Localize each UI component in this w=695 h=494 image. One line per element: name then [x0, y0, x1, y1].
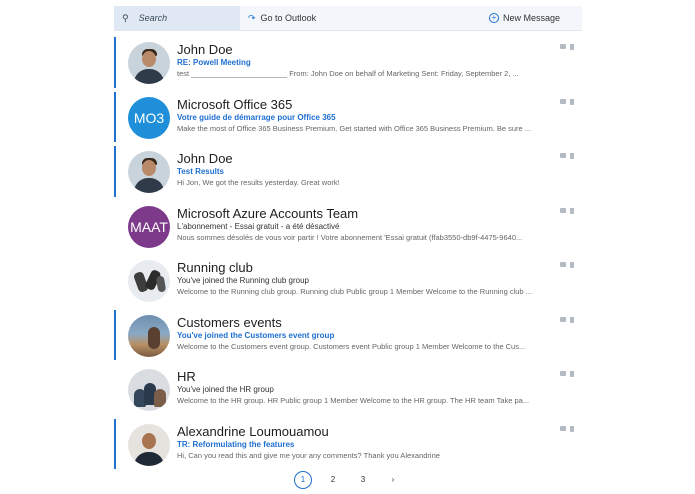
- page-2-button[interactable]: 2: [324, 471, 342, 489]
- message-sender: Microsoft Azure Accounts Team: [177, 205, 359, 221]
- message-sender: John Doe: [177, 42, 233, 57]
- avatar: [128, 369, 170, 411]
- page-3-button[interactable]: 3: [354, 471, 372, 489]
- new-message-label: New Message: [502, 13, 560, 23]
- message-subject: Votre guide de démarrage pour Office 365: [177, 112, 336, 122]
- avatar: [128, 151, 170, 193]
- trash-icon[interactable]: [570, 44, 574, 50]
- message-sender: HR: [177, 369, 196, 384]
- message-subject: L'abonnement - Essai gratuit - a été dés…: [177, 221, 340, 231]
- search-icon: ⚲: [122, 12, 129, 23]
- message-subject: TR: Reformulating the features: [177, 439, 295, 449]
- trash-icon[interactable]: [570, 207, 574, 214]
- message-subject: Test Results: [177, 167, 224, 176]
- avatar: [128, 314, 170, 357]
- message-row[interactable]: Customers events You've joined the Custo…: [114, 308, 582, 363]
- message-preview: test _______________________ From: John …: [177, 69, 519, 78]
- mail-icon[interactable]: [560, 44, 566, 49]
- avatar: MO3: [128, 96, 170, 139]
- message-preview: Nous sommes désolés de vous voir partir …: [177, 232, 523, 242]
- message-preview: Welcome to the Customers event group. Cu…: [177, 341, 526, 351]
- avatar: [128, 423, 170, 466]
- message-sender: Microsoft Office 365: [177, 96, 293, 112]
- toolbar: ⚲ Search ↷ Go to Outlook + New Message: [114, 6, 582, 31]
- trash-icon[interactable]: [570, 316, 574, 323]
- mail-icon[interactable]: [560, 262, 566, 267]
- message-row[interactable]: MAAT Microsoft Azure Accounts Team L'abo…: [114, 199, 582, 254]
- message-subject: You've joined the Running club group: [177, 276, 309, 285]
- mail-icon[interactable]: [560, 371, 566, 376]
- trash-icon[interactable]: [570, 262, 574, 268]
- message-sender: Running club: [177, 260, 253, 275]
- plus-circle-icon: +: [488, 13, 499, 23]
- avatar: [128, 260, 170, 302]
- trash-icon[interactable]: [570, 98, 574, 105]
- avatar: [128, 42, 170, 84]
- mail-icon[interactable]: [560, 316, 566, 322]
- next-page-button[interactable]: ›: [384, 471, 402, 489]
- mail-icon[interactable]: [560, 153, 566, 158]
- new-message-button[interactable]: + New Message: [488, 13, 560, 23]
- message-subject: RE: Powell Meeting: [177, 58, 251, 67]
- search-input[interactable]: ⚲ Search: [114, 6, 240, 30]
- message-sender: John Doe: [177, 151, 233, 166]
- message-row[interactable]: HR You've joined the HR group Welcome to…: [114, 362, 582, 417]
- mail-icon[interactable]: [560, 98, 566, 104]
- mail-app: ⚲ Search ↷ Go to Outlook + New Message J…: [114, 6, 582, 489]
- message-subject: You've joined the HR group: [177, 385, 274, 394]
- message-preview: Welcome to the HR group. HR Public group…: [177, 396, 530, 405]
- avatar: MAAT: [128, 205, 170, 248]
- go-to-outlook-button[interactable]: ↷ Go to Outlook: [248, 13, 316, 24]
- message-list: John Doe RE: Powell Meeting test _______…: [114, 35, 582, 471]
- mail-icon[interactable]: [560, 207, 566, 213]
- message-preview: Hi Jon, We got the results yesterday. Gr…: [177, 178, 340, 187]
- message-row[interactable]: MO3 Microsoft Office 365 Votre guide de …: [114, 90, 582, 145]
- message-row[interactable]: Alexandrine Loumouamou TR: Reformulating…: [114, 417, 582, 472]
- message-preview: Make the most of Office 365 Business Pre…: [177, 123, 532, 133]
- message-subject: You've joined the Customers event group: [177, 330, 335, 340]
- go-to-outlook-label: Go to Outlook: [260, 13, 317, 23]
- message-preview: Hi, Can you read this and give me your a…: [177, 450, 440, 460]
- mail-icon[interactable]: [560, 425, 566, 431]
- message-row[interactable]: John Doe RE: Powell Meeting test _______…: [114, 35, 582, 90]
- trash-icon[interactable]: [570, 425, 574, 432]
- page-1-button[interactable]: 1: [294, 471, 312, 489]
- message-sender: Alexandrine Loumouamou: [177, 423, 329, 439]
- message-sender: Customers events: [177, 314, 282, 330]
- search-placeholder: Search: [138, 13, 168, 23]
- message-row[interactable]: John Doe Test Results Hi Jon, We got the…: [114, 144, 582, 199]
- message-row[interactable]: Running club You've joined the Running c…: [114, 253, 582, 308]
- trash-icon[interactable]: [570, 153, 574, 159]
- message-preview: Welcome to the Running club group. Runni…: [177, 287, 532, 296]
- arrow-redirect-icon: ↷: [248, 12, 256, 23]
- pagination: 1 2 3 ›: [114, 471, 582, 489]
- trash-icon[interactable]: [570, 371, 574, 377]
